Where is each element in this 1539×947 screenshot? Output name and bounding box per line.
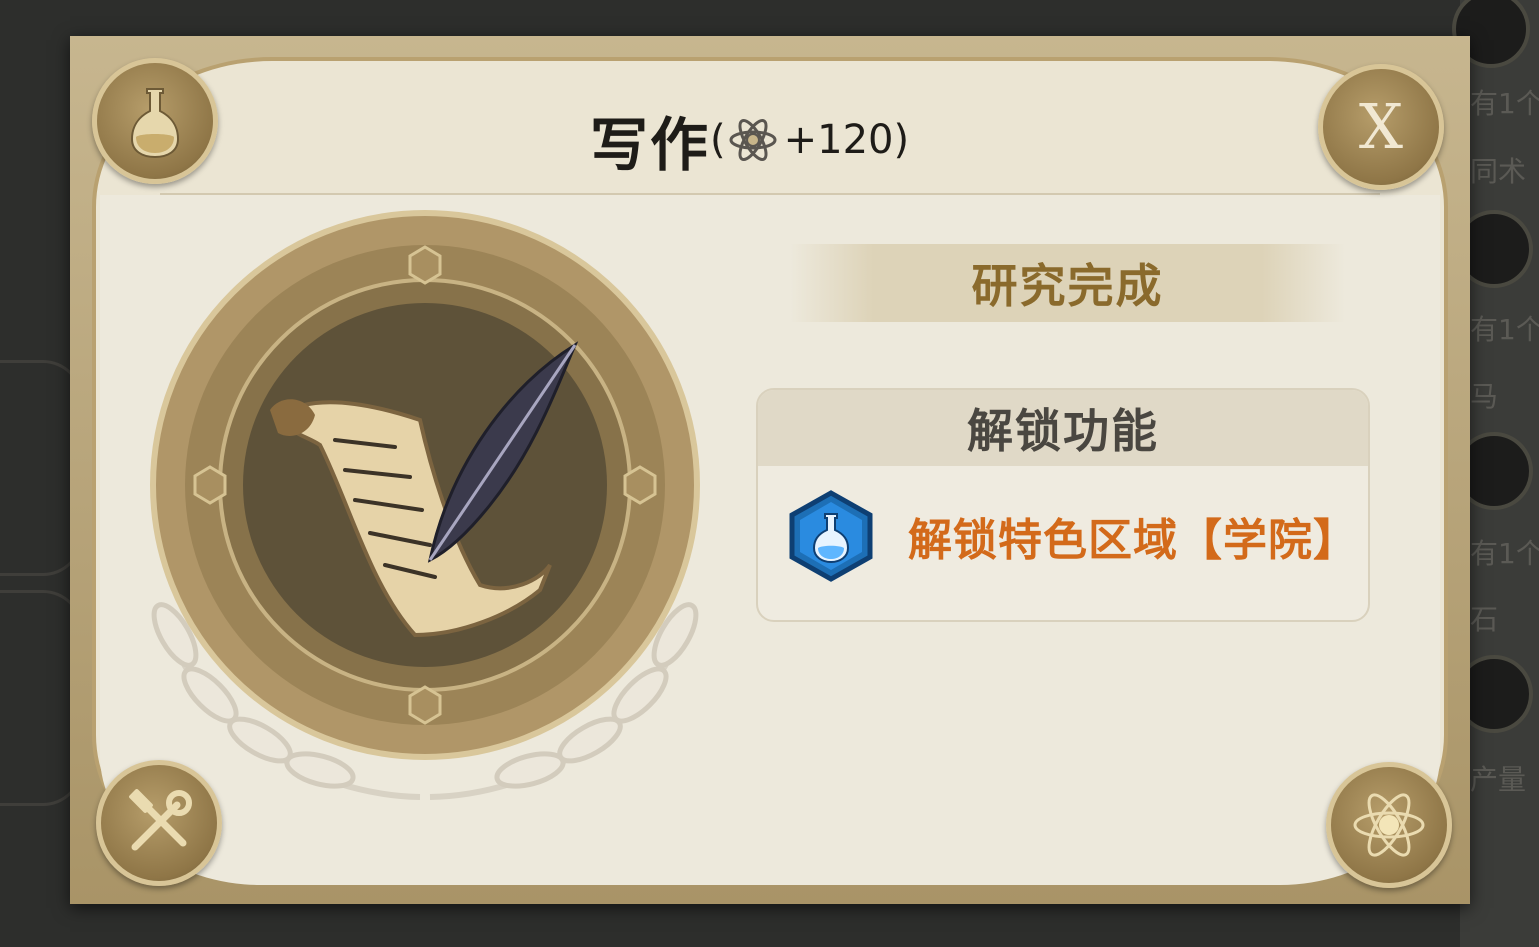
background-label: 马: [1470, 380, 1499, 413]
title-divider: [160, 193, 1380, 195]
background-label: 石: [1470, 603, 1499, 636]
background-label: 有1个: [1470, 87, 1539, 120]
unlock-item-label: 解锁特色区域【学院】: [908, 515, 1358, 566]
research-status-banner: 研究完成: [790, 244, 1345, 322]
tech-name: 写作: [590, 111, 711, 179]
unlock-item: 解锁特色区域【学院】: [788, 490, 1358, 582]
paren-open: (: [710, 117, 726, 163]
paren-close: ): [893, 117, 910, 163]
unlock-panel: 解锁功能 解锁特色区域【学院】: [756, 388, 1370, 622]
background-label: 有1个: [1470, 313, 1539, 346]
flask-icon: [92, 58, 218, 184]
background-label: 产量: [1470, 763, 1527, 796]
science-bonus: +120: [783, 117, 894, 163]
status-text: 研究完成: [971, 259, 1164, 313]
scroll-quill-icon: [150, 210, 700, 800]
dialog-title: 写作 ( +120 ): [590, 100, 909, 180]
atom-icon: [1326, 762, 1452, 888]
blue-flask-hex-icon: [789, 490, 873, 582]
background-label: 同术: [1470, 155, 1527, 188]
close-icon: X: [1358, 90, 1404, 163]
unlock-header: 解锁功能: [758, 390, 1368, 466]
background-label: 有1个: [1470, 537, 1539, 570]
science-atom-icon: [729, 119, 777, 161]
close-button[interactable]: X: [1318, 64, 1444, 190]
